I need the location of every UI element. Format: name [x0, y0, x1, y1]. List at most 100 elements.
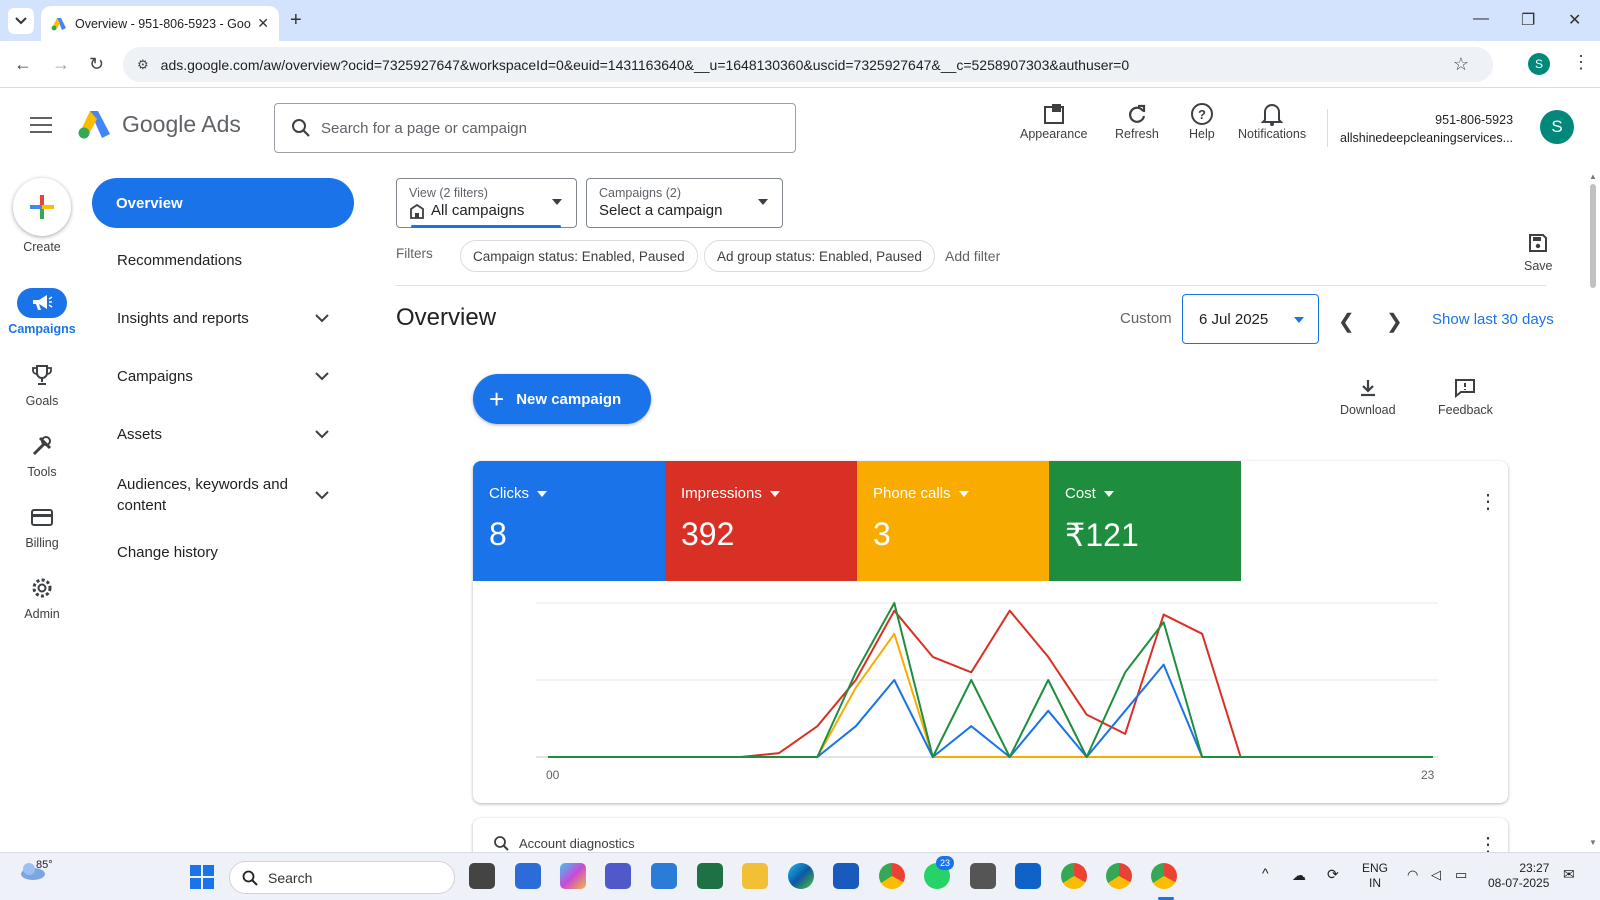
previous-period-icon[interactable]: ❮ — [1338, 309, 1355, 334]
new-campaign-button[interactable]: + New campaign — [473, 374, 651, 424]
onedrive-icon[interactable]: ☁ — [1292, 867, 1306, 884]
taskbar-search-label: Search — [268, 869, 313, 886]
download-button[interactable]: Download — [1340, 378, 1396, 417]
back-icon[interactable]: ← — [14, 54, 32, 75]
close-window-icon[interactable]: ✕ — [1568, 10, 1581, 30]
site-info-icon[interactable]: ⚙ — [137, 57, 149, 73]
browser-profile-avatar[interactable]: S — [1528, 53, 1550, 75]
nav-item-assets[interactable]: Assets — [117, 426, 329, 443]
browser-tab[interactable]: Overview - 951-806-5923 - Goo ✕ — [41, 6, 279, 41]
page-scrollbar[interactable]: ▲ ▼ — [1588, 172, 1598, 852]
wifi-icon[interactable]: ◠ — [1407, 867, 1418, 883]
feedback-button[interactable]: Feedback — [1438, 378, 1493, 417]
bookmark-star-icon[interactable]: ☆ — [1453, 54, 1469, 75]
card-more-options-icon[interactable]: ⋮ — [1478, 489, 1498, 514]
dropdown-caret-icon — [552, 199, 562, 205]
series-line-phone-calls[interactable] — [548, 632, 1433, 758]
help-button[interactable]: ? Help — [1189, 101, 1215, 141]
rail-item-billing[interactable]: Billing — [0, 502, 84, 550]
nav-item-audiences[interactable]: Audiences, keywords and content — [117, 474, 329, 516]
scroll-down-icon[interactable]: ▼ — [1589, 838, 1597, 847]
close-tab-icon[interactable]: ✕ — [257, 15, 269, 32]
building-icon — [410, 203, 424, 219]
weather-widget[interactable]: 85° — [18, 859, 53, 884]
campaign-dropdown[interactable]: Campaigns (2) Select a campaign — [586, 178, 783, 228]
metric-tile-clicks[interactable]: Clicks 8 — [473, 461, 665, 581]
show-last-30-days-link[interactable]: Show last 30 days — [1432, 311, 1554, 328]
myhp-icon[interactable] — [651, 863, 677, 889]
chrome-profile-e-icon[interactable] — [1106, 863, 1132, 889]
new-tab-icon[interactable]: + — [290, 9, 302, 32]
taskbar-search[interactable]: Search — [229, 861, 455, 894]
teams-icon[interactable] — [605, 863, 631, 889]
metric-tile-cost[interactable]: Cost ₹121 — [1049, 461, 1241, 581]
chrome-icon[interactable] — [879, 863, 905, 889]
notifications-button[interactable]: Notifications — [1238, 101, 1306, 141]
avatar[interactable]: S — [1540, 110, 1574, 144]
account-switcher[interactable]: 951-806-5923 allshinedeepcleaningservice… — [1340, 111, 1513, 147]
filter-chip-ad-group-status[interactable]: Ad group status: Enabled, Paused — [704, 240, 935, 272]
view-dropdown[interactable]: View (2 filters) All campaigns — [396, 178, 577, 228]
nav-item-insights[interactable]: Insights and reports — [117, 310, 329, 327]
battery-icon[interactable]: ▭ — [1455, 867, 1467, 883]
url-field[interactable]: ⚙ ads.google.com/aw/overview?ocid=732592… — [123, 47, 1493, 82]
file-explorer-icon[interactable] — [742, 863, 768, 889]
search-icon — [242, 870, 258, 886]
rail-item-campaigns[interactable]: Campaigns — [0, 288, 84, 336]
series-line-clicks[interactable] — [548, 663, 1433, 758]
help-label: Help — [1189, 127, 1215, 141]
calculator-icon[interactable] — [970, 863, 996, 889]
notification-center-icon[interactable]: ✉ — [1563, 866, 1575, 883]
restore-icon[interactable]: ❐ — [1521, 10, 1535, 30]
save-button[interactable]: Save — [1524, 233, 1553, 273]
rail-item-goals[interactable]: Goals — [0, 360, 84, 408]
reload-icon[interactable]: ↻ — [89, 54, 104, 75]
forward-icon[interactable]: → — [52, 54, 70, 75]
minimize-icon[interactable]: — — [1473, 10, 1489, 28]
caret-icon — [769, 490, 780, 497]
nav-item-campaigns[interactable]: Campaigns — [117, 368, 329, 385]
nav-item-overview[interactable]: Overview — [92, 178, 354, 228]
series-line-impressions[interactable] — [548, 609, 1433, 758]
filter-chip-campaign-status[interactable]: Campaign status: Enabled, Paused — [460, 240, 698, 272]
rail-item-tools[interactable]: Tools — [0, 431, 84, 479]
megaphone-icon — [33, 295, 53, 310]
task-view-icon[interactable] — [469, 863, 495, 889]
start-button[interactable] — [190, 865, 214, 894]
search-input[interactable]: Search for a page or campaign — [274, 103, 796, 153]
word-icon[interactable] — [833, 863, 859, 889]
nav-item-change-history[interactable]: Change history — [117, 544, 329, 561]
rail-item-admin[interactable]: Admin — [0, 573, 84, 621]
metric-tile-impressions[interactable]: Impressions 392 — [665, 461, 857, 581]
google-ads-favicon-icon — [51, 17, 66, 30]
plus-icon — [30, 195, 54, 219]
scroll-up-icon[interactable]: ▲ — [1589, 172, 1597, 181]
campaign-dropdown-caption: Campaigns (2) — [599, 186, 681, 200]
language: ENG — [1362, 861, 1389, 875]
metric-tile-phone-calls[interactable]: Phone calls 3 — [857, 461, 1049, 581]
clock[interactable]: 23:27 08-07-2025 — [1488, 861, 1549, 891]
google-ads-logo[interactable]: Google Ads — [78, 109, 241, 139]
volume-icon[interactable]: ◁ — [1431, 867, 1441, 883]
copilot-icon[interactable] — [560, 863, 586, 889]
appearance-button[interactable]: Appearance — [1020, 101, 1087, 141]
chrome-profile-icon[interactable] — [1061, 863, 1087, 889]
add-filter-button[interactable]: Add filter — [945, 248, 1000, 264]
edge-icon[interactable] — [788, 863, 814, 889]
sync-icon[interactable]: ⟳ — [1327, 866, 1339, 883]
hamburger-menu-icon[interactable] — [30, 117, 52, 133]
tab-list-button[interactable] — [8, 8, 34, 34]
refresh-button[interactable]: Refresh — [1115, 101, 1159, 141]
tray-overflow-icon[interactable]: ^ — [1262, 865, 1269, 881]
excel-icon[interactable] — [697, 863, 723, 889]
notepad-icon[interactable] — [515, 863, 541, 889]
nav-item-recommendations[interactable]: Recommendations — [117, 252, 329, 269]
create-button[interactable] — [13, 178, 71, 236]
store-icon[interactable] — [1015, 863, 1041, 889]
browser-menu-icon[interactable]: ⋮ — [1572, 52, 1590, 73]
next-period-icon[interactable]: ❯ — [1386, 309, 1403, 334]
language-indicator[interactable]: ENG IN — [1362, 861, 1388, 891]
scrollbar-thumb[interactable] — [1590, 184, 1596, 288]
chrome-profile-s-icon[interactable] — [1151, 863, 1177, 889]
date-picker[interactable]: 6 Jul 2025 — [1182, 294, 1319, 344]
